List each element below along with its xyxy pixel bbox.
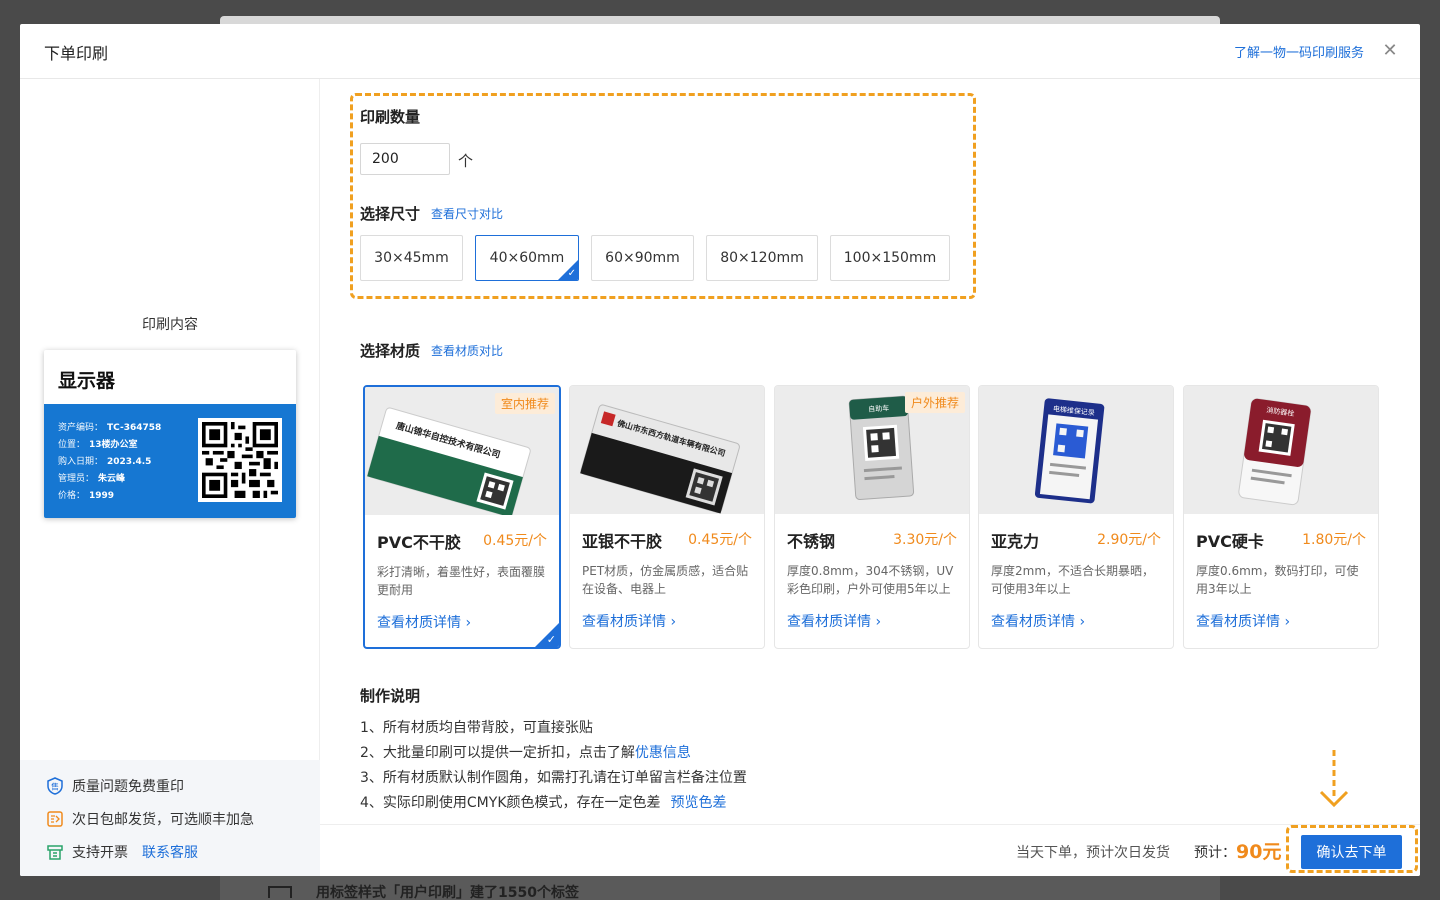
material-detail-link[interactable]: 查看材质详情 › bbox=[1196, 611, 1290, 631]
note-item: 1、所有材质均自带背胶，可直接张贴 bbox=[360, 720, 593, 736]
size-option-60x90[interactable]: 60×90mm bbox=[591, 235, 694, 281]
color-preview-link[interactable]: 预览色差 bbox=[671, 795, 727, 811]
quantity-title: 印刷数量 bbox=[360, 108, 421, 126]
check-icon: ✓ bbox=[546, 633, 556, 646]
material-detail-link[interactable]: 查看材质详情 › bbox=[787, 611, 881, 631]
order-form: 印刷数量 个 选择尺寸 查看尺寸对比 30×45mm 40×60mm ✓ 60×… bbox=[320, 79, 1420, 825]
service-guarantees: 售 质量问题免费重印 次日包邮发货，可选顺丰加急 支持开票 联系客服 bbox=[20, 760, 320, 876]
preview-label: 印刷内容 bbox=[142, 317, 198, 333]
label-field: 管理员： 朱云峰 bbox=[58, 474, 126, 484]
notes-title: 制作说明 bbox=[360, 687, 421, 705]
label-preview-card: 显示器 资产编码： TC-364758 位置： 13楼办公室 购入日期： 2023.4… bbox=[44, 350, 296, 518]
material-name: 亚克力 bbox=[991, 532, 1040, 551]
label-fields: 资产编码： TC-364758 位置： 13楼办公室 购入日期： 2023.4.5 管… bbox=[58, 420, 161, 505]
order-footer: 当天下单，预计次日发货 预计： 90元 确认去下单 bbox=[320, 824, 1420, 876]
size-option-80x120[interactable]: 80×120mm bbox=[706, 235, 818, 281]
close-icon[interactable]: ✕ bbox=[1382, 40, 1398, 62]
size-option-30x45[interactable]: 30×45mm bbox=[360, 235, 463, 281]
svg-text:自助车: 自助车 bbox=[868, 403, 890, 413]
discount-info-link[interactable]: 优惠信息 bbox=[635, 745, 691, 761]
material-image: 消防器栓 bbox=[1184, 386, 1378, 514]
label-field: 购入日期： 2023.4.5 bbox=[58, 457, 152, 467]
estimate-label: 预计： bbox=[1194, 845, 1236, 861]
material-desc: 彩打清晰，着墨性好，表面覆膜更耐用 bbox=[377, 565, 546, 597]
material-title: 选择材质 bbox=[360, 342, 421, 360]
material-name: 亚银不干胶 bbox=[582, 532, 663, 551]
label-field: 资产编码： TC-364758 bbox=[58, 423, 162, 433]
modal-header: 下单印刷 了解一物一码印刷服务 ✕ bbox=[20, 24, 1420, 79]
material-image: 佛山市东西方轨道车辆有限公司 bbox=[570, 386, 764, 514]
background-icon bbox=[268, 886, 292, 898]
check-icon: ✓ bbox=[567, 268, 576, 279]
material-price: 0.45元/个 bbox=[688, 532, 752, 548]
material-card-pvc-sticker[interactable]: 唐山锦华自控技术有限公司 室内推荐 PVC不干胶 0.45元/个 彩打清晰，着墨… bbox=[363, 385, 561, 649]
delivery-icon bbox=[46, 810, 64, 828]
material-card-acrylic[interactable]: 电梯维保记录 亚克力 2.90元/个 厚度2mm，不适合长期暴晒，可使用3年以上… bbox=[978, 385, 1174, 649]
qr-code-icon bbox=[198, 418, 282, 502]
material-compare-link[interactable]: 查看材质对比 bbox=[431, 342, 503, 359]
note-item: 4、实际印刷使用CMYK颜色模式，存在一定色差 预览色差 bbox=[360, 795, 727, 811]
note-item: 2、大批量印刷可以提供一定折扣，点击了解优惠信息 bbox=[360, 745, 691, 761]
material-desc: 厚度2mm，不适合长期暴晒，可使用3年以上 bbox=[991, 564, 1155, 596]
material-price: 2.90元/个 bbox=[1097, 532, 1161, 548]
size-compare-link[interactable]: 查看尺寸对比 bbox=[431, 205, 503, 222]
material-desc: 厚度0.8mm，304不锈钢，UV彩色印刷，户外可使用5年以上 bbox=[787, 564, 954, 596]
shipping-estimate: 当天下单，预计次日发货 bbox=[1016, 845, 1170, 861]
guarantee-reprint: 售 质量问题免费重印 bbox=[46, 776, 184, 796]
label-card-title: 显示器 bbox=[58, 370, 116, 392]
material-price: 1.80元/个 bbox=[1302, 532, 1366, 548]
material-desc: PET材质，仿金属质感，适合贴在设备、电器上 bbox=[582, 564, 749, 596]
learn-printing-service-link[interactable]: 了解一物一码印刷服务 bbox=[1234, 42, 1364, 61]
material-image: 自助车 户外推荐 bbox=[775, 386, 969, 514]
material-image: 唐山锦华自控技术有限公司 室内推荐 bbox=[365, 387, 559, 518]
note-item: 3、所有材质默认制作圆角，如需打孔请在订单留言栏备注位置 bbox=[360, 770, 747, 786]
shield-icon: 售 bbox=[46, 777, 64, 795]
material-price: 0.45元/个 bbox=[483, 533, 547, 549]
annotation-arrow-icon bbox=[1319, 750, 1349, 808]
estimate-price: 90元 bbox=[1236, 841, 1282, 863]
print-order-modal: 下单印刷 了解一物一码印刷服务 ✕ 印刷内容 显示器 资产编码： TC-36475… bbox=[20, 24, 1420, 876]
size-option-40x60[interactable]: 40×60mm ✓ bbox=[475, 235, 579, 281]
confirm-order-button[interactable]: 确认去下单 bbox=[1301, 835, 1402, 869]
preview-panel: 印刷内容 显示器 资产编码： TC-364758 位置： 13楼办公室 购入日期： 2… bbox=[20, 79, 320, 876]
material-name: PVC硬卡 bbox=[1196, 532, 1264, 551]
label-card-body: 资产编码： TC-364758 位置： 13楼办公室 购入日期： 2023.4.5 管… bbox=[44, 404, 296, 518]
guarantee-shipping: 次日包邮发货，可选顺丰加急 bbox=[46, 809, 254, 829]
size-title: 选择尺寸 bbox=[360, 205, 421, 223]
material-card-stainless-steel[interactable]: 自助车 户外推荐 不锈钢 3.30元/个 厚度0.8mm，304不锈钢，UV彩色… bbox=[774, 385, 970, 649]
recommend-badge: 户外推荐 bbox=[904, 392, 965, 413]
recommend-badge: 室内推荐 bbox=[494, 393, 555, 414]
material-detail-link[interactable]: 查看材质详情 › bbox=[991, 611, 1085, 631]
label-field: 价格： 1999 bbox=[58, 491, 115, 501]
material-desc: 厚度0.6mm，数码打印，可使用3年以上 bbox=[1196, 564, 1359, 596]
invoice-icon bbox=[46, 843, 64, 861]
modal-title: 下单印刷 bbox=[44, 44, 109, 63]
svg-text:售: 售 bbox=[51, 782, 59, 792]
material-detail-link[interactable]: 查看材质详情 › bbox=[377, 612, 471, 632]
material-name: PVC不干胶 bbox=[377, 533, 461, 552]
material-image: 电梯维保记录 bbox=[979, 386, 1173, 514]
material-name: 不锈钢 bbox=[787, 532, 836, 551]
contact-support-link[interactable]: 联系客服 bbox=[142, 842, 198, 862]
quantity-input[interactable] bbox=[360, 143, 450, 175]
size-option-100x150[interactable]: 100×150mm bbox=[830, 235, 950, 281]
material-price: 3.30元/个 bbox=[893, 532, 957, 548]
label-field: 位置： 13楼办公室 bbox=[58, 440, 138, 450]
material-card-pvc-card[interactable]: 消防器栓 PVC硬卡 1.80元/个 厚度0.6mm，数码打印，可使用3年以上 … bbox=[1183, 385, 1379, 649]
background-text: 用标签样式「用户印刷」建了1550个标签 bbox=[316, 885, 579, 900]
material-card-silver-sticker[interactable]: 佛山市东西方轨道车辆有限公司 亚银不干胶 0.45元/个 PET材质，仿金属质感… bbox=[569, 385, 765, 649]
material-detail-link[interactable]: 查看材质详情 › bbox=[582, 611, 676, 631]
quantity-unit: 个 bbox=[458, 152, 474, 170]
guarantee-invoice: 支持开票 联系客服 bbox=[46, 842, 198, 862]
